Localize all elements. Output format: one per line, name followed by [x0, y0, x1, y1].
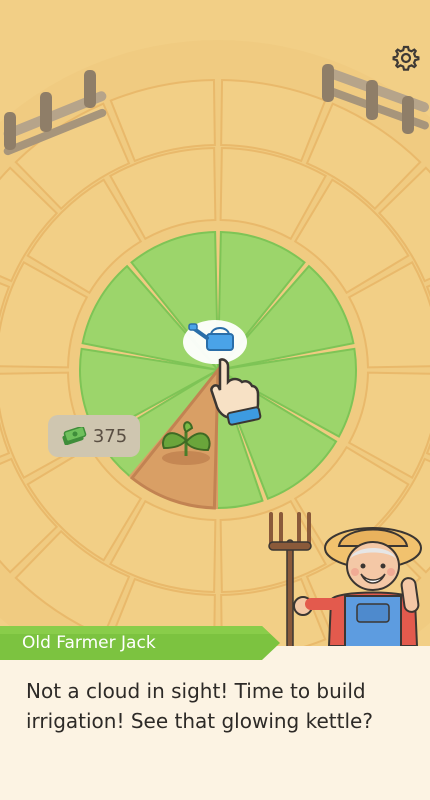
money-counter: 375	[48, 415, 140, 457]
dialog-panel[interactable]: Not a cloud in sight! Time to build irri…	[0, 646, 430, 800]
cash-icon	[61, 425, 87, 446]
money-value: 375	[92, 425, 128, 447]
gear-icon[interactable]	[392, 44, 420, 72]
speaker-name: Old Farmer Jack	[22, 633, 156, 653]
watering-can-bubble[interactable]	[183, 320, 247, 364]
dialog-message: Not a cloud in sight! Time to build irri…	[26, 679, 373, 733]
speaker-banner: Old Farmer Jack	[0, 622, 280, 664]
